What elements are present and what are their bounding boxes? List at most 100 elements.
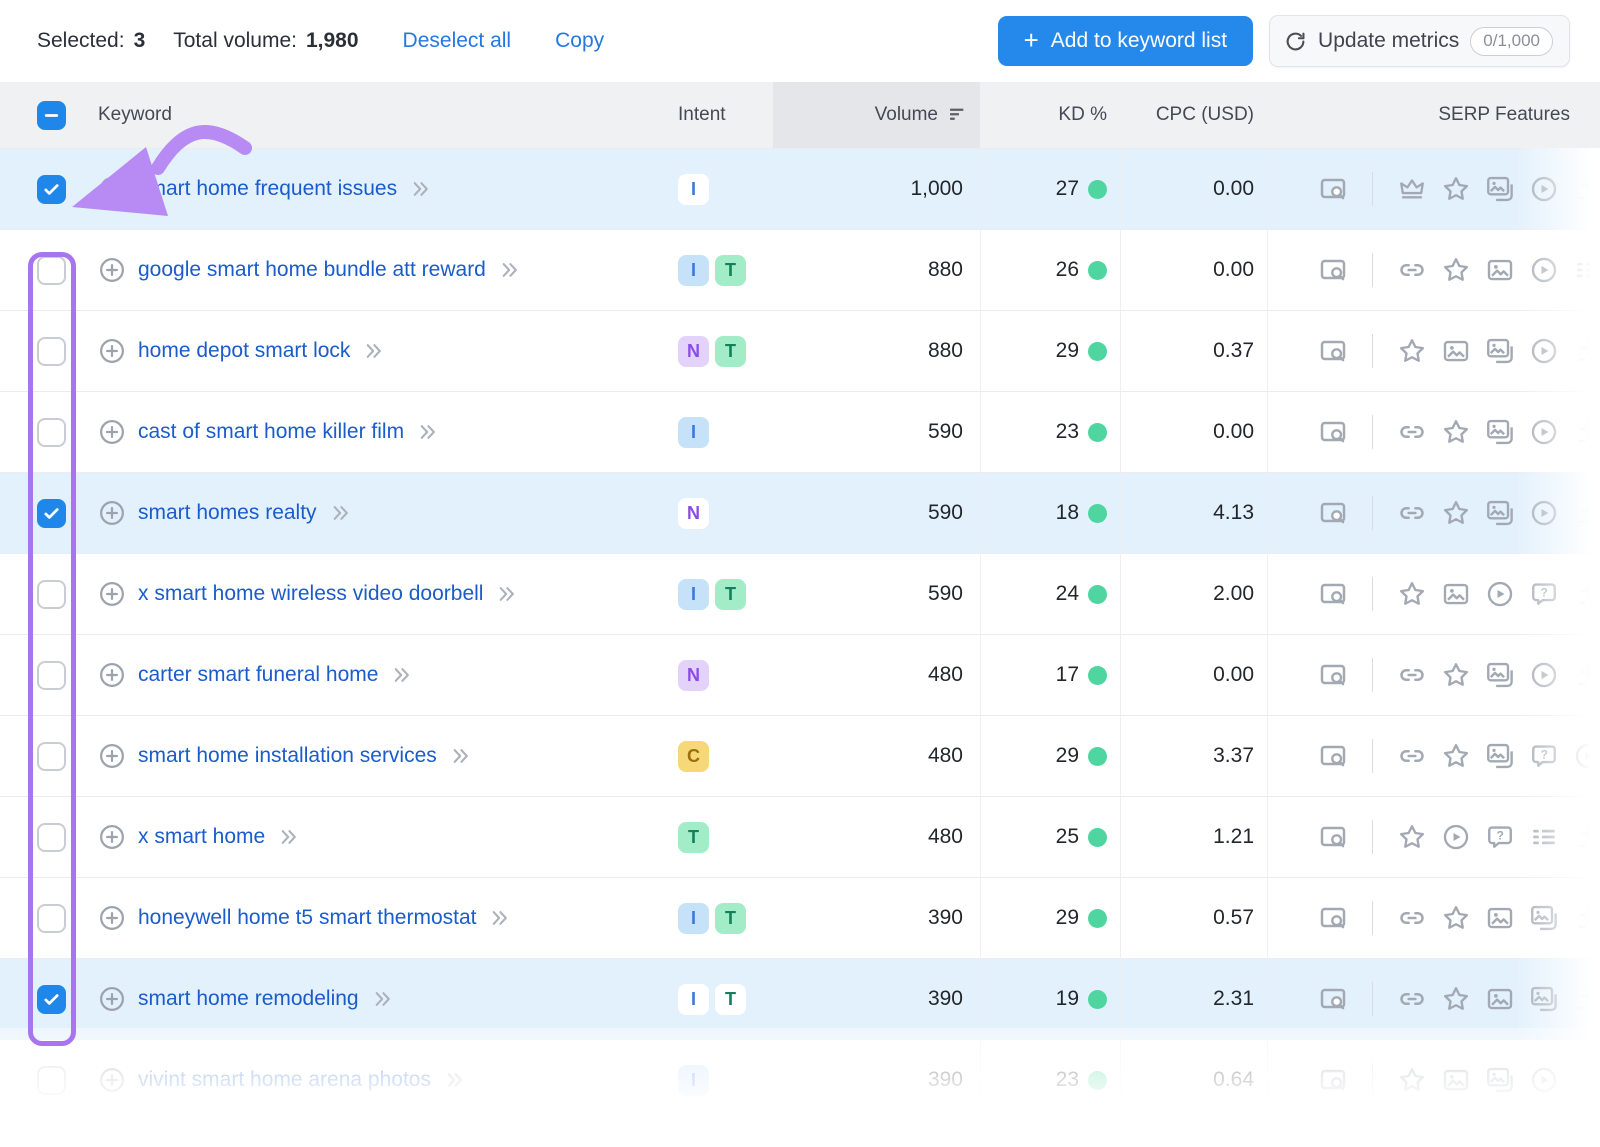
expand-keyword-icon[interactable] — [364, 341, 384, 361]
expand-keyword-icon[interactable] — [392, 665, 412, 685]
row-checkbox[interactable] — [37, 337, 66, 366]
serp-feature-faq-icon — [1485, 822, 1515, 852]
add-keyword-icon[interactable] — [98, 661, 126, 689]
row-checkbox[interactable] — [37, 985, 66, 1014]
serp-preview-icon[interactable] — [1318, 984, 1348, 1014]
add-keyword-icon[interactable] — [98, 418, 126, 446]
keyword-link[interactable]: cast of smart home killer film — [138, 420, 404, 444]
serp-feature-link-icon — [1397, 255, 1427, 285]
serp-features-cell — [1267, 959, 1600, 1039]
add-keyword-icon[interactable] — [98, 499, 126, 527]
row-checkbox[interactable] — [37, 580, 66, 609]
serp-feature-more-icon — [1573, 660, 1600, 690]
serp-feature-list-icon — [1529, 822, 1559, 852]
row-checkbox[interactable] — [37, 175, 66, 204]
serp-preview-icon[interactable] — [1318, 417, 1348, 447]
kd-difficulty-dot — [1088, 585, 1107, 604]
serp-preview-icon[interactable] — [1318, 255, 1348, 285]
expand-keyword-icon[interactable] — [331, 503, 351, 523]
keyword-link[interactable]: carter smart funeral home — [138, 663, 378, 687]
row-checkbox[interactable] — [37, 823, 66, 852]
keyword-link[interactable]: google smart home bundle att reward — [138, 258, 486, 282]
check-icon — [41, 179, 62, 200]
add-keyword-icon[interactable] — [98, 904, 126, 932]
expand-keyword-icon[interactable] — [445, 1070, 465, 1090]
row-checkbox[interactable] — [37, 1066, 66, 1095]
copy-link[interactable]: Copy — [555, 29, 604, 53]
volume-value: 1,000 — [773, 149, 980, 229]
select-all-checkbox[interactable] — [37, 101, 66, 130]
row-checkbox[interactable] — [37, 418, 66, 447]
keyword-link[interactable]: vivint smart home arena photos — [138, 1068, 431, 1092]
kd-difficulty-dot — [1088, 747, 1107, 766]
serp-preview-icon[interactable] — [1318, 822, 1348, 852]
serp-feature-star-icon — [1397, 1065, 1427, 1095]
row-checkbox[interactable] — [37, 904, 66, 933]
keyword-link[interactable]: smart homes realty — [138, 501, 317, 525]
keyword-link[interactable]: x smart home wireless video doorbell — [138, 582, 483, 606]
kd-difficulty-dot — [1088, 504, 1107, 523]
deselect-all-link[interactable]: Deselect all — [403, 29, 512, 53]
keyword-link[interactable]: smart home frequent issues — [138, 177, 397, 201]
serp-preview-icon[interactable] — [1318, 174, 1348, 204]
serp-preview-icon[interactable] — [1318, 579, 1348, 609]
add-keyword-icon[interactable] — [98, 580, 126, 608]
kd-difficulty-dot — [1088, 990, 1107, 1009]
expand-keyword-icon[interactable] — [490, 908, 510, 928]
row-checkbox[interactable] — [37, 661, 66, 690]
serp-feature-video-icon — [1529, 336, 1559, 366]
column-header-serp-features[interactable]: SERP Features — [1438, 104, 1570, 126]
serp-preview-icon[interactable] — [1318, 741, 1348, 771]
keyword-link[interactable]: smart home remodeling — [138, 987, 359, 1011]
serp-feature-faq-icon — [1529, 579, 1559, 609]
update-metrics-button[interactable]: Update metrics 0/1,000 — [1269, 15, 1570, 67]
kd-difficulty-dot — [1088, 909, 1107, 928]
add-keyword-icon[interactable] — [98, 175, 126, 203]
column-header-volume[interactable]: Volume — [773, 82, 980, 148]
add-keyword-icon[interactable] — [98, 256, 126, 284]
serp-preview-icon[interactable] — [1318, 1065, 1348, 1095]
sort-descending-icon[interactable] — [946, 103, 970, 127]
cpc-value: 0.37 — [1120, 311, 1267, 391]
expand-keyword-icon[interactable] — [279, 827, 299, 847]
serp-features-cell — [1267, 473, 1600, 553]
expand-keyword-icon[interactable] — [411, 179, 431, 199]
column-header-kd[interactable]: KD % — [1058, 104, 1107, 126]
keyword-link[interactable]: x smart home — [138, 825, 265, 849]
row-checkbox[interactable] — [37, 499, 66, 528]
add-keyword-icon[interactable] — [98, 1066, 126, 1094]
check-icon — [41, 503, 62, 524]
keyword-link[interactable]: smart home installation services — [138, 744, 437, 768]
add-keyword-icon[interactable] — [98, 337, 126, 365]
volume-value: 390 — [773, 1040, 980, 1120]
add-keyword-icon[interactable] — [98, 985, 126, 1013]
serp-preview-icon[interactable] — [1318, 660, 1348, 690]
serp-preview-icon[interactable] — [1318, 336, 1348, 366]
keyword-link[interactable]: honeywell home t5 smart thermostat — [138, 906, 476, 930]
refresh-icon — [1284, 30, 1307, 53]
add-keyword-icon[interactable] — [98, 742, 126, 770]
column-header-keyword[interactable]: Keyword — [98, 104, 172, 126]
row-checkbox[interactable] — [37, 742, 66, 771]
intent-cell: I — [660, 1040, 773, 1120]
cpc-value: 0.64 — [1120, 1040, 1267, 1120]
serp-feature-image-pack-icon — [1485, 1065, 1515, 1095]
serp-preview-icon[interactable] — [1318, 903, 1348, 933]
column-header-cpc[interactable]: CPC (USD) — [1156, 104, 1254, 126]
kd-cell: 29 — [980, 878, 1120, 958]
add-to-keyword-list-button[interactable]: + Add to keyword list — [998, 16, 1253, 66]
expand-keyword-icon[interactable] — [418, 422, 438, 442]
cpc-value: 3.37 — [1120, 716, 1267, 796]
expand-keyword-icon[interactable] — [500, 260, 520, 280]
row-checkbox[interactable] — [37, 256, 66, 285]
selection-toolbar: Selected: 3 Total volume: 1,980 Deselect… — [0, 0, 1600, 82]
divider — [1372, 1063, 1373, 1097]
expand-keyword-icon[interactable] — [373, 989, 393, 1009]
expand-keyword-icon[interactable] — [451, 746, 471, 766]
serp-feature-star-icon — [1397, 822, 1427, 852]
column-header-intent[interactable]: Intent — [678, 104, 726, 126]
add-keyword-icon[interactable] — [98, 823, 126, 851]
keyword-link[interactable]: home depot smart lock — [138, 339, 350, 363]
serp-preview-icon[interactable] — [1318, 498, 1348, 528]
expand-keyword-icon[interactable] — [497, 584, 517, 604]
